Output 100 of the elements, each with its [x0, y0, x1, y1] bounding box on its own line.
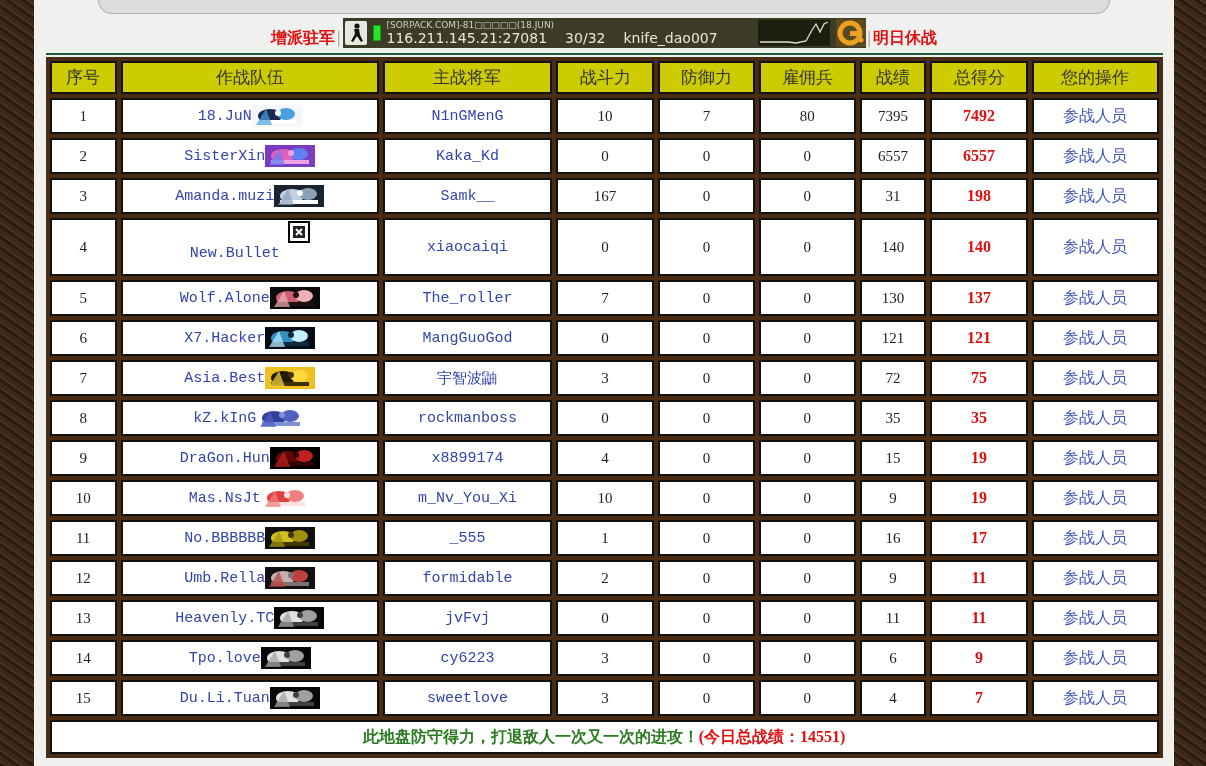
column-header: 作战队伍	[120, 61, 379, 94]
defense-cell: 0	[658, 320, 755, 356]
members-link[interactable]: 参战人员	[1032, 440, 1159, 476]
defense-cell: 0	[658, 640, 755, 676]
record-cell: 121	[859, 320, 927, 356]
members-link[interactable]: 参战人员	[1032, 138, 1159, 174]
attack-cell: 3	[556, 640, 655, 676]
members-link[interactable]: 参战人员	[1032, 680, 1159, 716]
record-cell: 130	[859, 280, 927, 316]
members-link[interactable]: 参战人员	[1032, 280, 1159, 316]
score-cell: 121	[930, 320, 1028, 356]
general-link[interactable]: cy6223	[382, 640, 553, 676]
rank-cell: 3	[49, 178, 117, 214]
g-logo-icon	[835, 19, 866, 47]
team-link[interactable]: Du.Li.Tuan	[179, 689, 270, 707]
record-cell: 4	[859, 680, 927, 716]
members-link[interactable]: 参战人员	[1032, 600, 1159, 636]
attack-cell: 1	[556, 520, 655, 556]
record-cell: 15	[859, 440, 927, 476]
team-link[interactable]: No.BBBBBB	[184, 529, 266, 547]
separator: |	[336, 28, 342, 47]
general-link[interactable]: MangGuoGod	[382, 320, 553, 356]
team-link[interactable]: Heavenly.TC	[175, 609, 275, 627]
attack-cell: 3	[556, 360, 655, 396]
mercenary-cell: 0	[758, 640, 856, 676]
team-link[interactable]: Asia.Best	[184, 369, 266, 387]
attack-cell: 4	[556, 440, 655, 476]
team-link[interactable]: Tpo.love	[188, 649, 261, 667]
general-link[interactable]: 宇智波鼬	[382, 360, 553, 396]
rank-cell: 2	[49, 138, 117, 174]
team-link[interactable]: Mas.NsJt	[188, 489, 261, 507]
members-link[interactable]: 参战人员	[1032, 520, 1159, 556]
general-link[interactable]: rockmanboss	[382, 400, 553, 436]
defense-cell: 0	[658, 400, 755, 436]
score-cell: 35	[930, 400, 1028, 436]
server-title: [SORPACK.COM]-81□□□□□(18.JUN)	[386, 21, 556, 30]
general-link[interactable]: x8899174	[382, 440, 553, 476]
team-link[interactable]: Wolf.Alone	[179, 289, 270, 307]
attack-cell: 0	[556, 600, 655, 636]
members-link[interactable]: 参战人员	[1032, 320, 1159, 356]
team-link[interactable]: kZ.kInG	[193, 409, 257, 427]
column-header: 防御力	[658, 61, 755, 94]
attack-cell: 0	[556, 218, 655, 276]
team-link[interactable]: New.Bullet	[189, 245, 280, 263]
score-cell: 140	[930, 218, 1028, 276]
general-link[interactable]: Samk__	[382, 178, 553, 214]
mercenary-cell: 0	[758, 680, 856, 716]
truce-link[interactable]: 明日休战	[872, 17, 937, 49]
members-link[interactable]: 参战人员	[1032, 640, 1159, 676]
members-link[interactable]: 参战人员	[1032, 178, 1159, 214]
status-bar-icon	[372, 25, 381, 41]
attack-cell: 7	[556, 280, 655, 316]
score-cell: 11	[930, 600, 1028, 636]
general-link[interactable]: xiaocaiqi	[382, 218, 553, 276]
general-link[interactable]: _555	[382, 520, 553, 556]
team-link[interactable]: DraGon.Hun	[179, 449, 270, 467]
general-link[interactable]: N1nGMenG	[382, 98, 553, 134]
footer-message: 此地盘防守得力，打退敌人一次又一次的进攻！	[362, 727, 699, 745]
attack-cell: 10	[556, 480, 655, 516]
score-cell: 75	[930, 360, 1028, 396]
defense-cell: 0	[658, 680, 755, 716]
rank-cell: 7	[49, 360, 117, 396]
server-address: 116.211.145.21:27081	[386, 31, 548, 45]
defense-cell: 0	[658, 138, 755, 174]
team-link[interactable]: Amanda.muzi	[175, 187, 275, 205]
members-link[interactable]: 参战人员	[1032, 560, 1159, 596]
reinforce-link[interactable]: 增派驻军	[271, 17, 336, 49]
members-link[interactable]: 参战人员	[1032, 480, 1159, 516]
record-cell: 9	[859, 560, 927, 596]
server-banner[interactable]: [SORPACK.COM]-81□□□□□(18.JUN) 116.211.145.21:27081 30/32 knife_dao007	[342, 18, 866, 48]
mercenary-cell: 0	[758, 360, 856, 396]
general-link[interactable]: formidable	[382, 560, 553, 596]
members-link[interactable]: 参战人员	[1032, 98, 1159, 134]
defense-cell: 0	[658, 440, 755, 476]
general-link[interactable]: sweetlove	[382, 680, 553, 716]
mercenary-cell: 0	[758, 320, 856, 356]
rank-cell: 1	[49, 98, 117, 134]
attack-cell: 10	[556, 98, 655, 134]
general-link[interactable]: jvFvj	[382, 600, 553, 636]
column-header: 总得分	[930, 61, 1028, 94]
record-cell: 9	[859, 480, 927, 516]
rank-cell: 12	[49, 560, 117, 596]
members-link[interactable]: 参战人员	[1032, 360, 1159, 396]
team-link[interactable]: SisterXin	[184, 147, 266, 165]
mercenary-cell: 0	[758, 440, 856, 476]
members-link[interactable]: 参战人员	[1032, 400, 1159, 436]
general-link[interactable]: m_Nv_You_Xi	[382, 480, 553, 516]
team-link[interactable]: Umb.Rella	[184, 569, 266, 587]
rank-cell: 11	[49, 520, 117, 556]
general-link[interactable]: Kaka_Kd	[382, 138, 553, 174]
rank-cell: 4	[49, 218, 117, 276]
mercenary-cell: 0	[758, 560, 856, 596]
general-link[interactable]: The_roller	[382, 280, 553, 316]
record-cell: 11	[859, 600, 927, 636]
record-cell: 6	[859, 640, 927, 676]
team-link[interactable]: X7.Hacker	[184, 329, 266, 347]
team-link[interactable]: 18.JuN	[197, 107, 252, 125]
mercenary-cell: 0	[758, 600, 856, 636]
attack-cell: 0	[556, 138, 655, 174]
members-link[interactable]: 参战人员	[1032, 218, 1159, 276]
